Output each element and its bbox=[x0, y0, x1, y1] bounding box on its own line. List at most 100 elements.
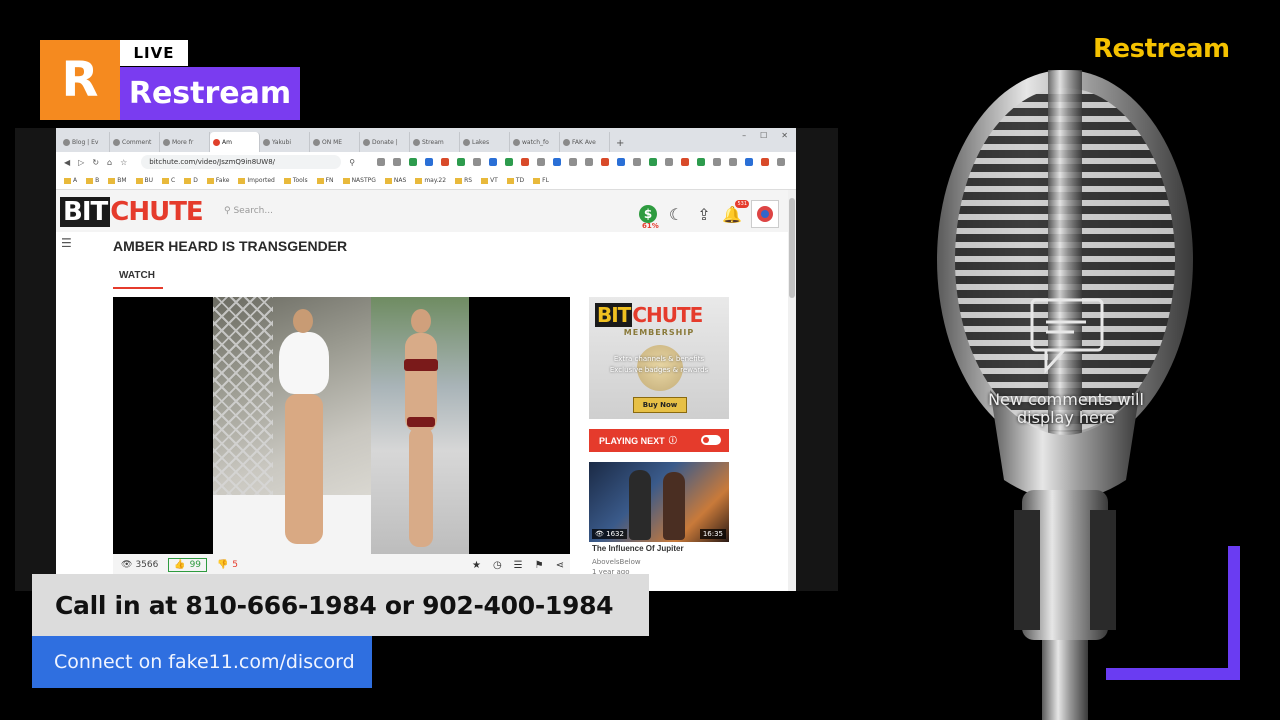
next-video-channel[interactable]: AbovelsBelow bbox=[592, 558, 641, 566]
thumbs-up-icon: 👍 bbox=[174, 560, 186, 570]
browser-tab[interactable]: Stream bbox=[410, 132, 460, 152]
bookmark-folder[interactable]: FN bbox=[317, 177, 334, 184]
video-player[interactable] bbox=[113, 297, 570, 554]
tab-watch[interactable]: WATCH bbox=[119, 270, 155, 281]
extension-icon[interactable] bbox=[697, 158, 706, 166]
tab-underline bbox=[113, 287, 163, 289]
money-icon[interactable]: $ bbox=[639, 205, 657, 223]
extension-icon[interactable] bbox=[569, 158, 578, 166]
address-bar[interactable]: bitchute.com/video/JszmQ9in8UW8/ bbox=[141, 155, 342, 169]
browser-tab[interactable]: More fr bbox=[160, 132, 210, 152]
browser-tab[interactable]: Lakes bbox=[460, 132, 510, 152]
extension-icon[interactable] bbox=[553, 158, 562, 166]
balance-percent: 61% bbox=[642, 222, 659, 230]
bookmark-link[interactable]: RS bbox=[455, 177, 472, 184]
extension-icon[interactable] bbox=[777, 158, 786, 166]
autoplay-toggle[interactable] bbox=[701, 435, 721, 445]
next-video-duration: 16:35 bbox=[699, 529, 726, 539]
scrollbar-thumb[interactable] bbox=[789, 198, 795, 298]
browser-tab[interactable]: Donate | bbox=[360, 132, 410, 152]
extension-icon[interactable] bbox=[521, 158, 530, 166]
star-icon[interactable]: ★ bbox=[472, 560, 481, 571]
bookmark-folder[interactable]: A bbox=[64, 177, 77, 184]
extension-icon[interactable] bbox=[489, 158, 498, 166]
bell-icon[interactable]: 🔔 531 bbox=[722, 200, 749, 224]
browser-tab[interactable]: Yakubi bbox=[260, 132, 310, 152]
bookmark-folder[interactable]: BM bbox=[108, 177, 126, 184]
moon-icon[interactable]: ☾ bbox=[667, 205, 685, 224]
extension-icon[interactable] bbox=[761, 158, 770, 166]
header-actions: $ ☾ ⇪ 🔔 531 bbox=[639, 200, 779, 228]
extension-icon[interactable] bbox=[713, 158, 722, 166]
bookmark-link[interactable]: NAS bbox=[385, 177, 406, 184]
extension-icon[interactable] bbox=[665, 158, 674, 166]
extension-icon[interactable] bbox=[393, 158, 402, 166]
extension-icon[interactable] bbox=[585, 158, 594, 166]
new-tab-icon[interactable]: + bbox=[616, 138, 624, 149]
search-icon[interactable]: ⚲ bbox=[349, 158, 355, 167]
browser-tab[interactable]: ON ME bbox=[310, 132, 360, 152]
extension-icon[interactable] bbox=[681, 158, 690, 166]
bitchute-logo[interactable]: BIT CHUTE bbox=[60, 197, 204, 227]
clock-icon[interactable]: ◷ bbox=[493, 560, 502, 571]
buy-now-button[interactable]: Buy Now bbox=[633, 397, 687, 413]
browser-tab[interactable]: Blog | Ev bbox=[60, 132, 110, 152]
next-video-title[interactable]: The Influence Of Jupiter bbox=[592, 544, 684, 553]
playlist-icon[interactable]: ☰ bbox=[514, 560, 523, 571]
browser-tab-active[interactable]: Am bbox=[210, 132, 260, 152]
extension-icon[interactable] bbox=[409, 158, 418, 166]
close-icon[interactable]: ✕ bbox=[781, 131, 788, 140]
browser-tab[interactable]: watch_fo bbox=[510, 132, 560, 152]
menu-icon[interactable]: ☰ bbox=[61, 236, 73, 250]
call-in-banner: Call in at 810-666-1984 or 902-400-1984 bbox=[32, 574, 649, 636]
comments-placeholder: New comments will display here bbox=[988, 390, 1144, 427]
extension-icon[interactable] bbox=[441, 158, 450, 166]
bookmark-link[interactable]: TD bbox=[507, 177, 524, 184]
extension-icon[interactable] bbox=[617, 158, 626, 166]
favicon-icon bbox=[113, 138, 120, 146]
bookmark-folder[interactable]: Fake bbox=[207, 177, 230, 184]
bookmark-folder[interactable]: D bbox=[184, 177, 198, 184]
next-video-thumbnail[interactable]: 👁 1632 16:35 bbox=[589, 462, 729, 542]
reload-icon[interactable]: ↻ bbox=[92, 158, 99, 167]
membership-ad[interactable]: BIT CHUTE MEMBERSHIP Extra channels & ben… bbox=[589, 297, 729, 419]
like-button[interactable]: 👍 99 bbox=[168, 558, 208, 572]
extension-icon[interactable] bbox=[425, 158, 434, 166]
extension-icon[interactable] bbox=[745, 158, 754, 166]
bookmark-link[interactable]: NASTPG bbox=[343, 177, 376, 184]
extension-icon[interactable] bbox=[633, 158, 642, 166]
dislike-button[interactable]: 👎 5 bbox=[217, 560, 238, 570]
share-icon[interactable]: ⋖ bbox=[556, 560, 564, 571]
bookmark-folder[interactable]: B bbox=[86, 177, 99, 184]
browser-tab[interactable]: Comment bbox=[110, 132, 160, 152]
corner-accent-vertical bbox=[1228, 546, 1240, 680]
extension-icon[interactable] bbox=[537, 158, 546, 166]
extension-icon[interactable] bbox=[457, 158, 466, 166]
bookmark-folder[interactable]: BU bbox=[136, 177, 154, 184]
maximize-icon[interactable]: ☐ bbox=[760, 131, 767, 140]
extension-icon[interactable] bbox=[473, 158, 482, 166]
bookmark-star-icon[interactable]: ☆ bbox=[120, 158, 127, 167]
extension-icon[interactable] bbox=[377, 158, 386, 166]
bookmark-link[interactable]: FL bbox=[533, 177, 549, 184]
extension-icon[interactable] bbox=[729, 158, 738, 166]
extension-icon[interactable] bbox=[649, 158, 658, 166]
home-icon[interactable]: ⌂ bbox=[107, 158, 112, 167]
bookmark-folder[interactable]: Imported bbox=[238, 177, 274, 184]
flag-icon[interactable]: ⚑ bbox=[535, 560, 544, 571]
bookmark-link[interactable]: may.22 bbox=[415, 177, 446, 184]
back-icon[interactable]: ◀ bbox=[64, 158, 70, 167]
help-icon[interactable]: ⓘ bbox=[669, 435, 677, 446]
browser-tab[interactable]: FAK Ave bbox=[560, 132, 610, 152]
bookmark-folder[interactable]: C bbox=[162, 177, 175, 184]
minimize-icon[interactable]: – bbox=[742, 131, 746, 140]
extension-icon[interactable] bbox=[505, 158, 514, 166]
upload-icon[interactable]: ⇪ bbox=[695, 205, 713, 224]
forward-icon[interactable]: ▷ bbox=[78, 158, 84, 167]
avatar[interactable] bbox=[751, 200, 779, 228]
bookmark-folder[interactable]: Tools bbox=[284, 177, 308, 184]
browser-toolbar: ◀ ▷ ↻ ⌂ ☆ bitchute.com/video/JszmQ9in8UW… bbox=[56, 152, 796, 172]
search-input[interactable]: ⚲ Search... bbox=[224, 206, 273, 216]
extension-icon[interactable] bbox=[601, 158, 610, 166]
bookmark-link[interactable]: VT bbox=[481, 177, 498, 184]
